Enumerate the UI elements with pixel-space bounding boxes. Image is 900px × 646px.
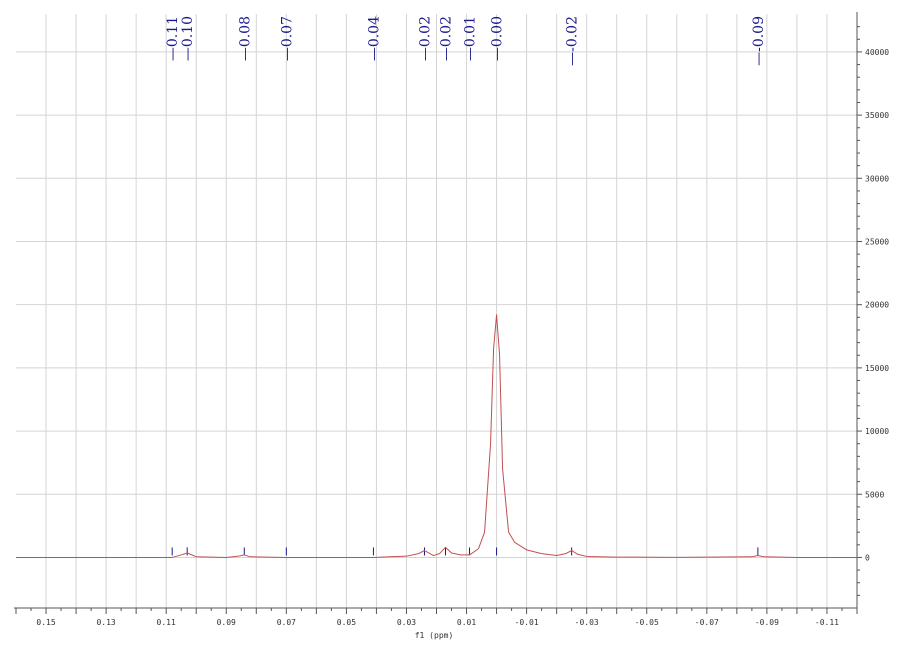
peak-label: —0.04 [366, 16, 382, 61]
x-tick-label: 0.05 [337, 618, 356, 627]
peak-label: —0.01 [463, 16, 479, 61]
grid-lines [16, 14, 857, 608]
peak-label: —0.02 [417, 16, 433, 61]
x-tick-label: 0.11 [157, 618, 176, 627]
peak-label: —0.02 [439, 16, 455, 61]
y-tick-label: 0 [865, 553, 870, 562]
x-tick-label: 0.03 [397, 618, 416, 627]
peak-label: —0.00 [490, 16, 506, 61]
y-tick-label: 25000 [865, 237, 889, 246]
peak-label: —-0.09 [751, 16, 767, 66]
y-tick-label: 30000 [865, 174, 889, 183]
x-tick-label: 0.07 [277, 618, 296, 627]
x-tick-label: -0.07 [695, 618, 719, 627]
y-tick-label: 15000 [865, 364, 889, 373]
peak-label: —0.08 [237, 16, 253, 61]
x-tick-label: -0.03 [575, 618, 599, 627]
x-tick-label: 0.09 [217, 618, 236, 627]
x-tick-label: -0.09 [755, 618, 779, 627]
chart-canvas: 0.15 0.13 0.11 0.09 0.07 0.05 0.03 0.01 -0.01 -0.… [14, 12, 889, 640]
peak-label: —-0.02 [565, 16, 581, 66]
y-tick-label: 10000 [865, 427, 889, 436]
x-tick-label: -0.01 [515, 618, 539, 627]
peak-label: —0.10 [180, 16, 196, 61]
peak-label: —0.11 [165, 16, 181, 61]
x-tick-label: -0.11 [815, 618, 839, 627]
nmr-spectrum-chart: 0.15 0.13 0.11 0.09 0.07 0.05 0.03 0.01 -0.01 -0.… [0, 0, 900, 646]
y-tick-label: 5000 [865, 490, 884, 499]
x-tick-label: -0.05 [635, 618, 659, 627]
x-axis-title: f1 (ppm) [415, 631, 454, 640]
x-tick-label: 0.01 [457, 618, 476, 627]
y-tick-label: 35000 [865, 111, 889, 120]
y-tick-label: 40000 [865, 48, 889, 57]
x-tick-label: 0.15 [36, 618, 55, 627]
peak-label: —0.07 [279, 16, 295, 61]
y-tick-label: 20000 [865, 301, 889, 310]
x-tick-label: 0.13 [96, 618, 115, 627]
axes: 0.15 0.13 0.11 0.09 0.07 0.05 0.03 0.01 -0.01 -0.… [14, 12, 889, 627]
